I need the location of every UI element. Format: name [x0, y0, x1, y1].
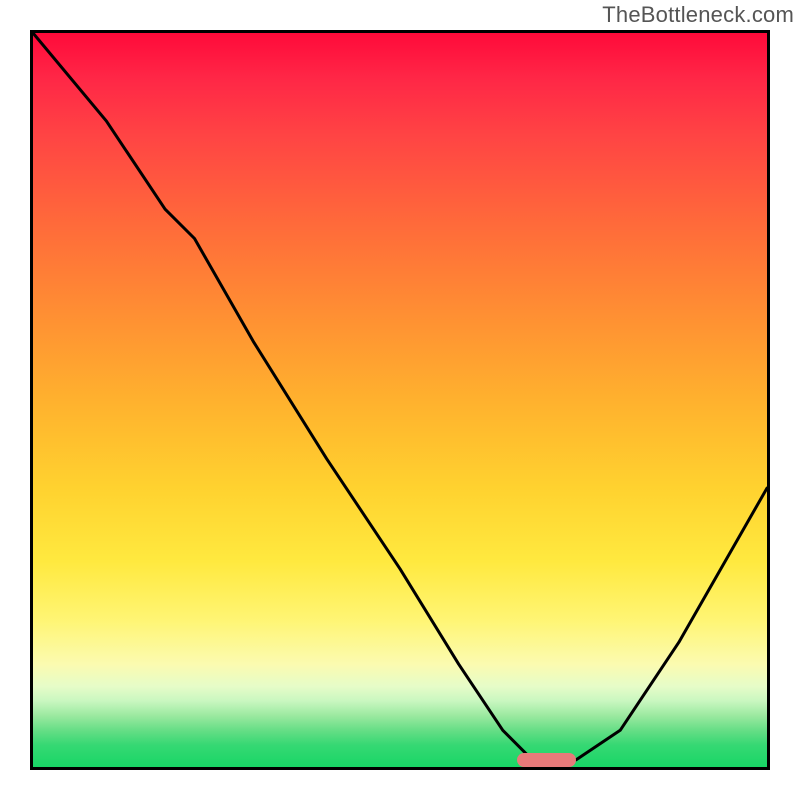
chart-container: TheBottleneck.com — [0, 0, 800, 800]
curve-layer — [33, 33, 767, 767]
bottleneck-curve-path — [33, 33, 767, 760]
valley-marker — [517, 753, 576, 767]
watermark-text: TheBottleneck.com — [602, 2, 794, 28]
plot-area — [30, 30, 770, 770]
